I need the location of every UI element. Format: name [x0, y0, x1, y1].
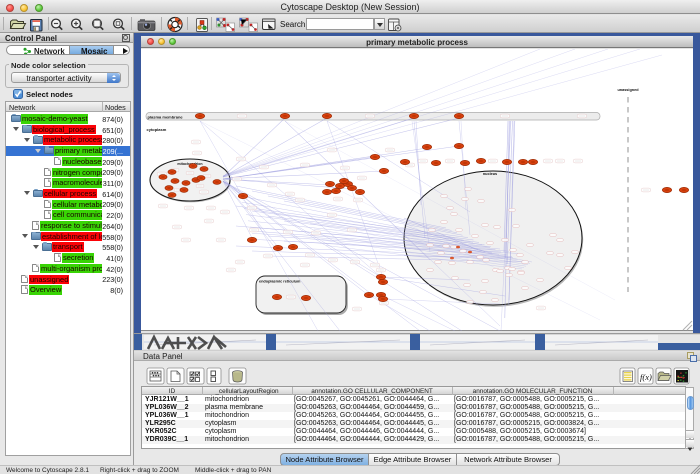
- svg-text:endoplasmic reticulum: endoplasmic reticulum: [259, 280, 301, 284]
- svg-text:cytoplasm: cytoplasm: [147, 127, 167, 132]
- svg-text:unassigned: unassigned: [617, 88, 639, 92]
- svg-text:nucleus: nucleus: [483, 172, 497, 176]
- svg-text:f(x): f(x): [640, 372, 652, 382]
- svg-text:plasma membrane: plasma membrane: [148, 115, 184, 120]
